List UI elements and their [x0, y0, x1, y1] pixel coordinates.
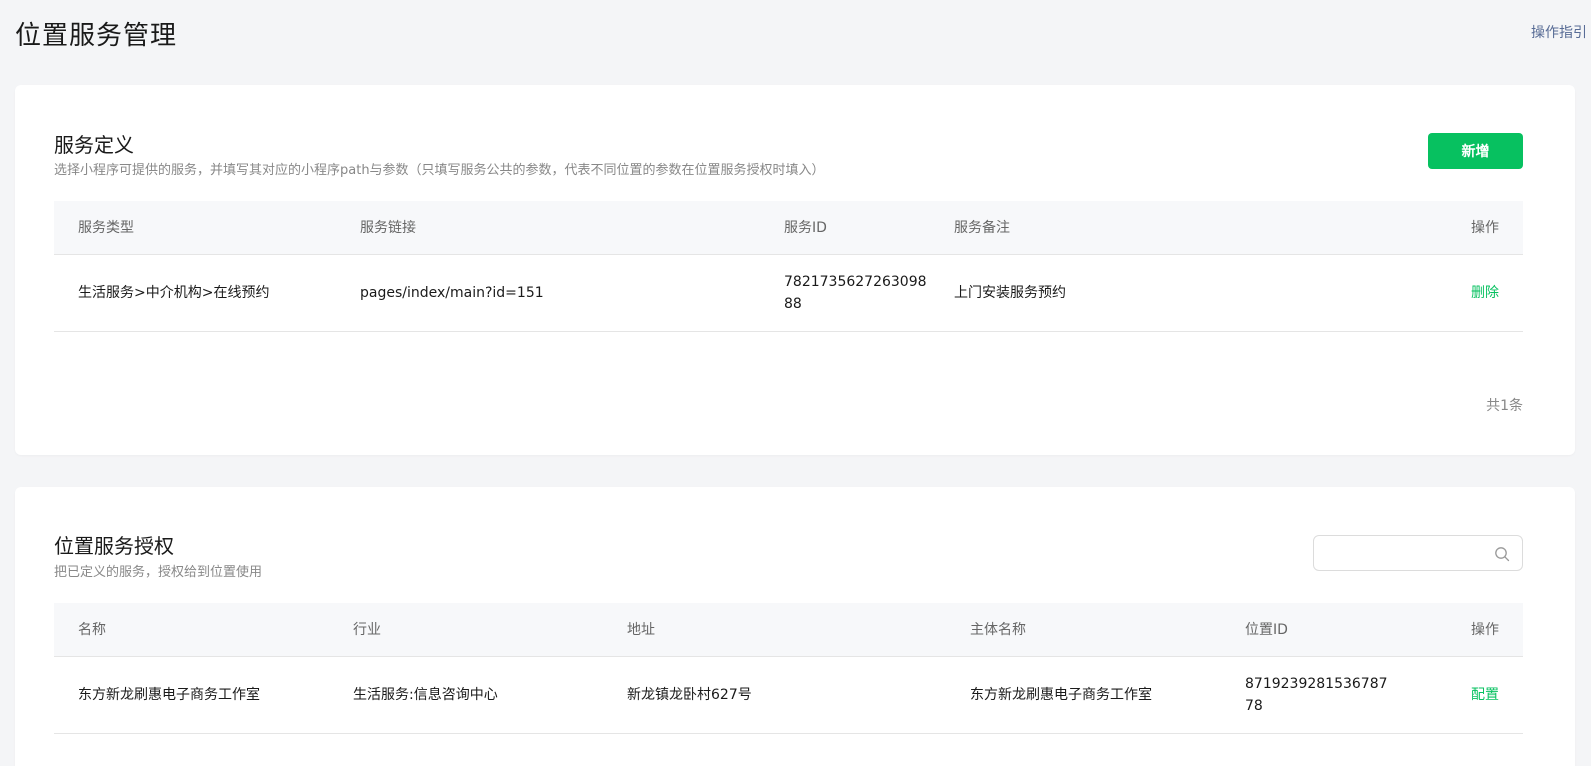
service-definition-title: 服务定义 [54, 133, 134, 157]
add-service-button[interactable]: 新增 [1428, 133, 1523, 169]
service-note-cell: 上门安装服务预约 [930, 254, 1393, 332]
search-box [1313, 535, 1523, 571]
action-cell: 配置 [1393, 656, 1523, 734]
column-header-service-type: 服务类型 [54, 201, 336, 255]
configure-link[interactable]: 配置 [1471, 687, 1499, 703]
location-authorization-card: 位置服务授权 把已定义的服务，授权给到位置使用 名称 行业 地址 主体名称 位置… [15, 487, 1575, 766]
action-cell: 删除 [1393, 254, 1523, 332]
search-icon[interactable] [1494, 546, 1510, 562]
industry-cell: 生活服务:信息咨询中心 [329, 656, 603, 734]
column-header-entity: 主体名称 [946, 603, 1221, 657]
address-cell: 新龙镇龙卧村627号 [603, 656, 946, 734]
service-table: 服务类型 服务链接 服务ID 服务备注 操作 生活服务>中介机构>在线预约 pa… [54, 201, 1523, 332]
service-definition-card: 服务定义 选择小程序可提供的服务，并填写其对应的小程序path与参数（只填写服务… [15, 85, 1575, 455]
table-row: 生活服务>中介机构>在线预约 pages/index/main?id=151 7… [54, 254, 1523, 332]
total-count: 共1条 [1486, 398, 1523, 414]
entity-cell: 东方新龙刷惠电子商务工作室 [946, 656, 1221, 734]
guide-link[interactable]: 操作指引 [1531, 22, 1587, 42]
column-header-location-id: 位置ID [1221, 603, 1393, 657]
column-header-action: 操作 [1393, 201, 1523, 255]
table-row: 东方新龙刷惠电子商务工作室 生活服务:信息咨询中心 新龙镇龙卧村627号 东方新… [54, 656, 1523, 734]
column-header-industry: 行业 [329, 603, 603, 657]
service-table-header: 服务类型 服务链接 服务ID 服务备注 操作 [54, 201, 1523, 255]
column-header-service-id: 服务ID [760, 201, 930, 255]
location-id-cell: 871923928153678778 [1221, 656, 1393, 734]
page: 位置服务管理 操作指引 服务定义 选择小程序可提供的服务，并填写其对应的小程序p… [0, 0, 1591, 766]
column-header-service-link: 服务链接 [336, 201, 760, 255]
authorization-table: 名称 行业 地址 主体名称 位置ID 操作 东方新龙刷惠电子商务工作室 生活服务… [54, 603, 1523, 734]
search-input[interactable] [1324, 536, 1484, 570]
service-link-cell: pages/index/main?id=151 [336, 254, 760, 332]
column-header-action: 操作 [1393, 603, 1523, 657]
page-title: 位置服务管理 [15, 21, 178, 51]
column-header-address: 地址 [603, 603, 946, 657]
location-authorization-title: 位置服务授权 [54, 534, 174, 558]
authorization-table-header: 名称 行业 地址 主体名称 位置ID 操作 [54, 603, 1523, 657]
service-definition-description: 选择小程序可提供的服务，并填写其对应的小程序path与参数（只填写服务公共的参数… [54, 163, 825, 178]
column-header-service-note: 服务备注 [930, 201, 1393, 255]
location-authorization-description: 把已定义的服务，授权给到位置使用 [54, 565, 263, 580]
name-cell: 东方新龙刷惠电子商务工作室 [54, 656, 329, 734]
column-header-name: 名称 [54, 603, 329, 657]
service-type-cell: 生活服务>中介机构>在线预约 [54, 254, 336, 332]
delete-link[interactable]: 删除 [1471, 285, 1499, 301]
service-id-cell: 782173562726309888 [760, 254, 930, 332]
